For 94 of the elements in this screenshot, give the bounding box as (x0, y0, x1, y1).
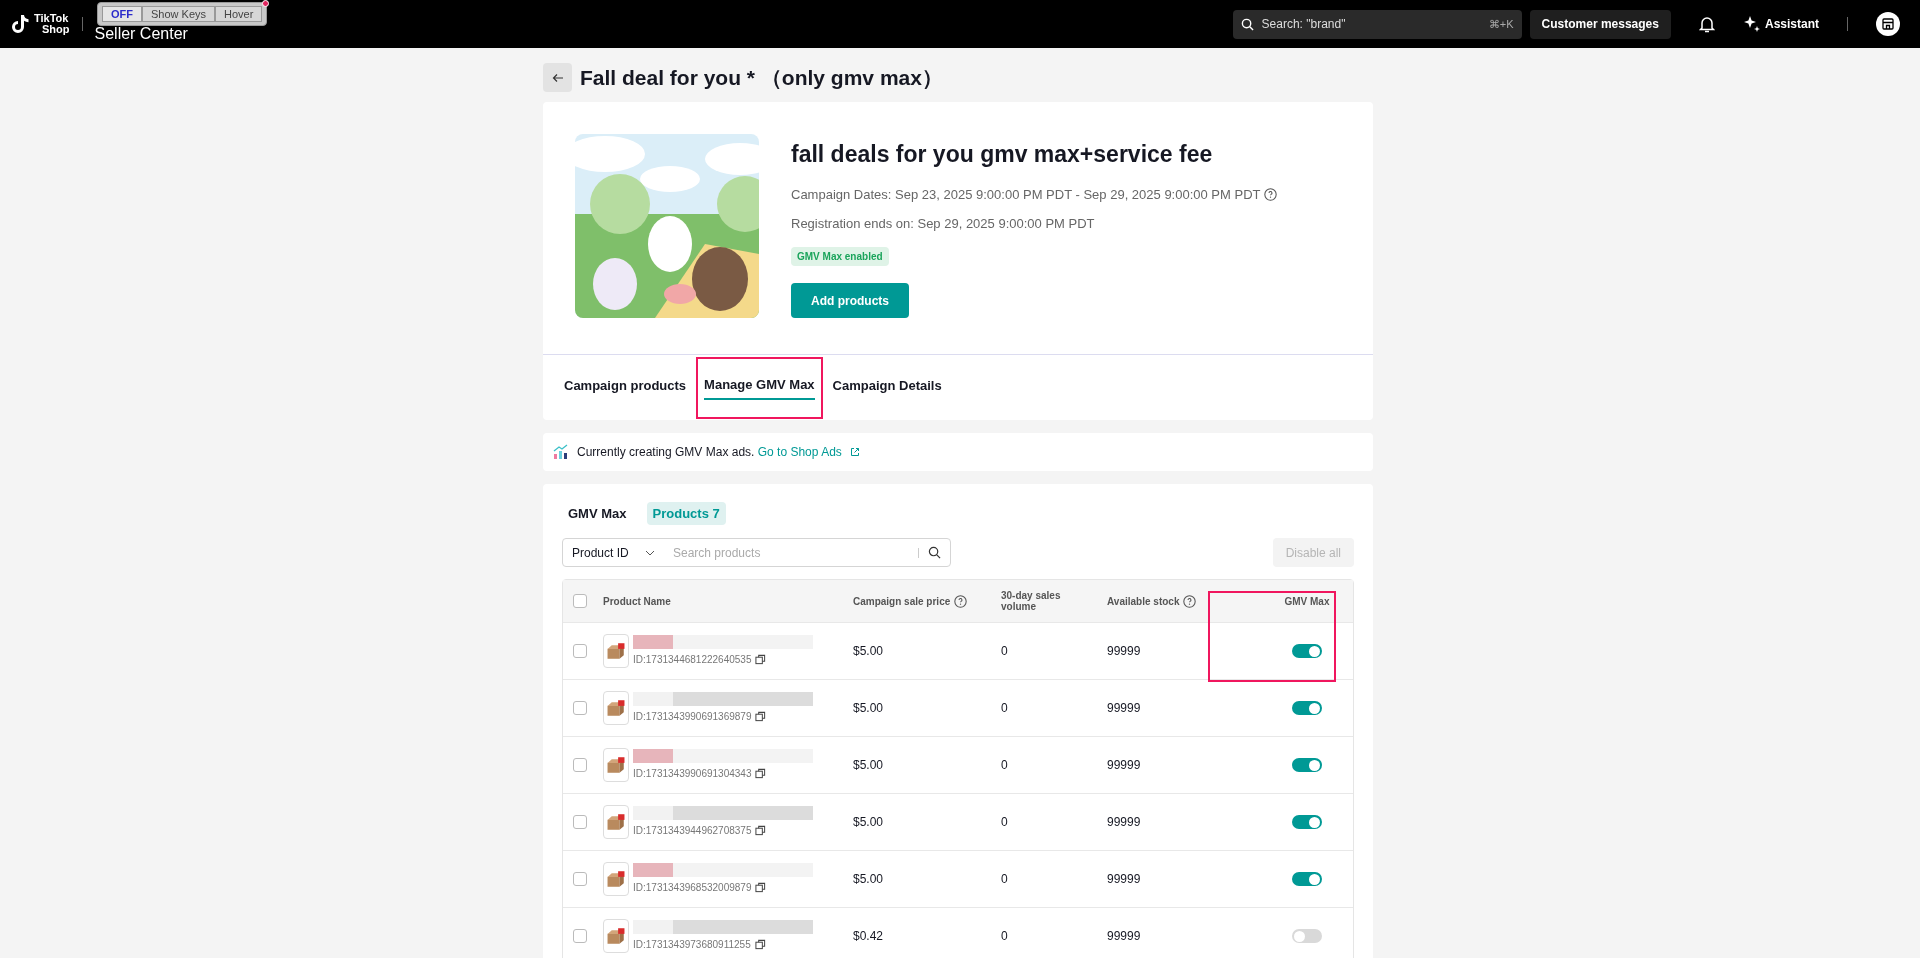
product-id: ID:1731343944962708375 (633, 824, 752, 838)
search-icon (1240, 17, 1254, 31)
campaign-dates: Campaign Dates: Sep 23, 2025 9:00:00 PM PDT - Sep 29, 2025 9:00:00 PM PDT (791, 185, 1278, 205)
tab[interactable]: Campaign Details (832, 376, 942, 402)
column-header: GMV Max (1283, 594, 1331, 609)
product-id: ID:1731343968532009879 (633, 881, 752, 895)
tab[interactable]: Campaign products (564, 376, 687, 402)
shop-avatar[interactable] (1876, 12, 1900, 36)
shop-ads-link[interactable]: Go to Shop Ads (757, 445, 842, 459)
product-thumbnail (603, 805, 629, 839)
table-cell-text: 99999 (1107, 871, 1142, 888)
status-badge: GMV Max enabled (791, 247, 889, 266)
back-button[interactable] (543, 63, 572, 93)
toggle-switch[interactable] (1292, 701, 1322, 715)
product-search-bar[interactable]: Product ID Search products (562, 538, 951, 567)
shortcut-hint: ⌘+K (1488, 16, 1514, 32)
store-icon (1882, 18, 1894, 30)
external-link-icon[interactable] (849, 447, 860, 457)
copy-icon[interactable] (754, 939, 766, 950)
product-thumbnail (603, 748, 629, 782)
toggle-switch[interactable] (1292, 872, 1322, 886)
help-icon (1183, 594, 1197, 608)
tiktok-logo-icon[interactable] (12, 14, 30, 34)
help-icon (954, 594, 968, 608)
toolbar-toggle[interactable]: Show Keys (142, 6, 216, 22)
table-cell-text: $5.00 (853, 643, 885, 660)
product-id: ID:1731343990691369879 (633, 710, 752, 724)
copy-icon[interactable] (755, 825, 767, 836)
copy-icon[interactable] (755, 654, 767, 665)
chart-icon (553, 444, 569, 460)
table-cell-text: $5.00 (853, 700, 885, 717)
table-cell-text: $5.00 (853, 814, 885, 831)
logo-text: Shop (41, 24, 70, 35)
registration-deadline: Registration ends on: Sep 29, 2025 9:00:00 PM PDT (791, 214, 1096, 233)
table-cell-text: 99999 (1107, 700, 1142, 717)
checkbox[interactable] (573, 758, 587, 772)
copy-icon[interactable] (755, 711, 767, 722)
search-bar[interactable]: Search: "brand" ⌘+K (1232, 9, 1522, 39)
toolbar-toggle[interactable]: Hover (215, 6, 263, 22)
copy-icon[interactable] (755, 768, 767, 779)
campaign-title: fall deals for you gmv max+service fee (791, 139, 1214, 169)
assistant-button[interactable]: Assistant (1742, 15, 1819, 33)
table-cell-text: 99999 (1107, 814, 1142, 831)
banner-text: Currently creating GMV Max ads. (577, 445, 755, 459)
logo-text: TikTok (34, 13, 70, 24)
product-thumbnail (603, 862, 629, 896)
toolbar-toggle[interactable]: OFF (102, 6, 142, 22)
toggle-switch[interactable] (1292, 758, 1322, 772)
toggle-switch[interactable] (1292, 644, 1322, 658)
table-cell-text: 99999 (1107, 757, 1142, 774)
sparkle-icon (1742, 15, 1761, 33)
table-cell-text: $0.42 (853, 928, 885, 945)
product-thumbnail (603, 919, 629, 953)
table-cell-text: $5.00 (853, 757, 885, 774)
product-id-select[interactable]: Product ID (563, 543, 673, 562)
search-input[interactable]: Search: "brand" (1261, 15, 1481, 33)
checkbox[interactable] (573, 701, 587, 715)
sub-tab[interactable]: GMV Max (562, 502, 633, 525)
checkbox[interactable] (573, 815, 587, 829)
column-header: 30-day sales volume (1001, 590, 1062, 612)
add-products-button[interactable]: Add products (791, 283, 909, 318)
product-id: ID:1731344681222640535 (633, 653, 752, 667)
chevron-down-icon (644, 549, 655, 556)
product-thumbnail (603, 634, 629, 668)
checkbox[interactable] (573, 872, 587, 886)
toggle-switch[interactable] (1292, 815, 1322, 829)
copy-icon[interactable] (755, 882, 767, 893)
table-cell-text: 0 (1001, 814, 1009, 831)
product-id: ID:1731343973680911255 (633, 938, 751, 952)
search-icon[interactable] (928, 546, 941, 559)
column-header: Campaign sale price (853, 593, 1001, 609)
table-cell-text: 99999 (1107, 928, 1142, 945)
page-title: Fall deal for you * （only gmv max） (580, 65, 943, 91)
table-cell-text: 99999 (1107, 643, 1142, 660)
search-input[interactable]: Search products (673, 543, 918, 562)
product-thumbnail (603, 691, 629, 725)
table-cell-text: 0 (1001, 871, 1009, 888)
column-header: Product Name (603, 594, 672, 609)
toggle-switch[interactable] (1292, 929, 1322, 943)
product-id: ID:1731343990691304343 (633, 767, 752, 781)
table-cell-text: 0 (1001, 928, 1009, 945)
table-cell-text: 0 (1001, 643, 1009, 660)
app-name: Seller Center (94, 25, 188, 43)
checkbox[interactable] (573, 594, 587, 608)
table-cell-text: 0 (1001, 700, 1009, 717)
customer-messages-button[interactable]: Customer messages (1529, 9, 1671, 39)
column-header: Available stock (1107, 593, 1252, 609)
bell-icon[interactable] (1698, 15, 1715, 33)
table-cell-text: 0 (1001, 757, 1009, 774)
checkbox[interactable] (573, 644, 587, 658)
checkbox[interactable] (573, 929, 587, 943)
help-icon (1264, 188, 1278, 202)
back-arrow-icon (551, 71, 564, 84)
table-cell-text: $5.00 (853, 871, 885, 888)
